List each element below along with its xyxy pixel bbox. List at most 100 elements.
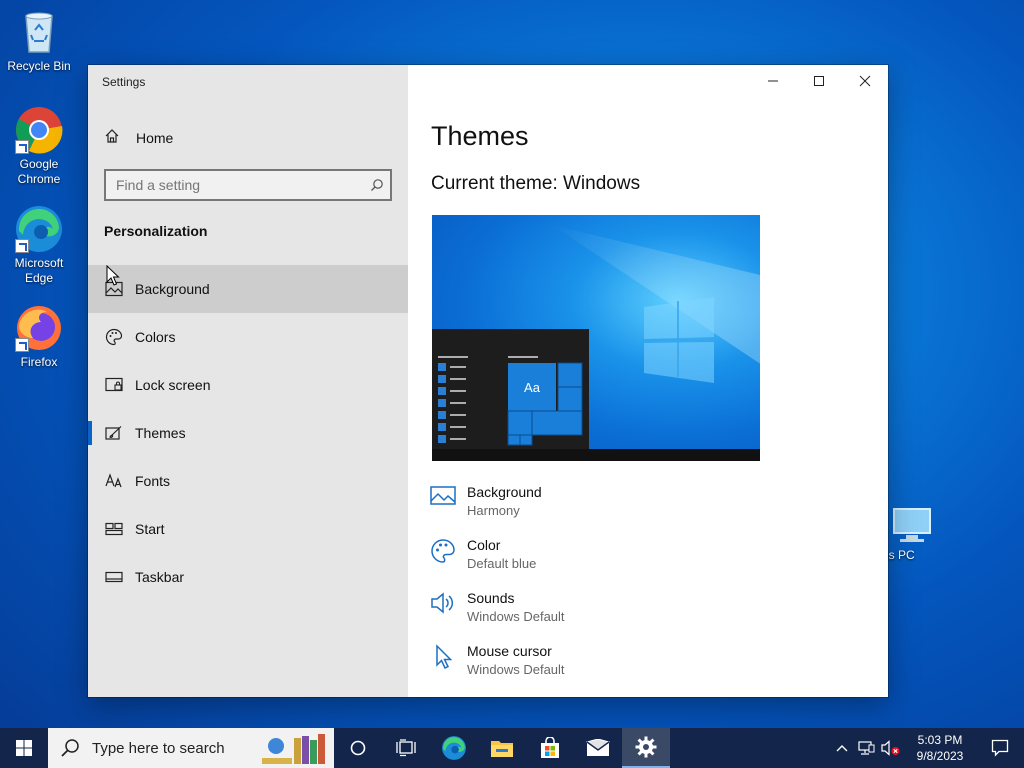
recycle-bin-icon — [15, 8, 63, 56]
edge-icon — [442, 736, 466, 760]
action-center-button[interactable] — [976, 728, 1024, 768]
clock-date: 9/8/2023 — [916, 749, 964, 763]
task-view-icon — [396, 739, 416, 757]
desktop-icon-label: Recycle Bin — [7, 59, 71, 73]
theme-prop-color[interactable]: Color Default blue — [430, 536, 565, 589]
home-link[interactable]: Home — [88, 121, 408, 155]
taskbar-file-explorer-button[interactable] — [478, 728, 526, 768]
palette-icon — [104, 327, 124, 347]
theme-prop-background[interactable]: Background Harmony — [430, 483, 565, 536]
theme-prop-mouse-cursor[interactable]: Mouse cursor Windows Default — [430, 642, 565, 695]
desktop-icon-microsoft-edge[interactable]: Microsoft Edge — [0, 205, 78, 286]
personalization-nav: Background Colors Lock screen Themes Fon… — [88, 265, 408, 601]
nav-item-label: Start — [135, 521, 165, 537]
chrome-icon — [15, 106, 63, 154]
windows-logo-icon — [16, 740, 32, 756]
volume-button[interactable] — [878, 728, 904, 768]
task-view-button[interactable] — [382, 728, 430, 768]
store-bag-icon — [541, 737, 559, 758]
taskbar-settings-button[interactable] — [622, 728, 670, 768]
cortana-circle-icon — [350, 740, 366, 756]
preview-start-menu: Aa — [432, 329, 589, 449]
start-icon — [104, 519, 124, 539]
preview-taskbar — [432, 449, 760, 461]
nav-item-taskbar[interactable]: Taskbar — [88, 553, 408, 601]
window-title: Settings — [102, 75, 146, 89]
taskbar-mail-button[interactable] — [574, 728, 622, 768]
edge-icon — [15, 205, 63, 253]
prop-value: Windows Default — [467, 609, 565, 624]
image-icon — [430, 485, 456, 511]
theme-properties: Background Harmony Color Default blue So… — [430, 483, 565, 695]
nav-item-colors[interactable]: Colors — [88, 313, 408, 361]
prop-value: Windows Default — [467, 662, 565, 677]
search-icon[interactable] — [364, 171, 390, 199]
show-hidden-icons-button[interactable] — [830, 728, 854, 768]
prop-value: Default blue — [467, 556, 537, 571]
cortana-button[interactable] — [334, 728, 382, 768]
desktop-icon-firefox[interactable]: Firefox — [0, 304, 78, 370]
theme-prop-sounds[interactable]: Sounds Windows Default — [430, 589, 565, 642]
nav-item-themes[interactable]: Themes — [88, 409, 408, 457]
start-button[interactable] — [0, 728, 48, 768]
section-heading: Personalization — [104, 223, 208, 239]
nav-item-label: Fonts — [135, 473, 171, 489]
clock-time: 5:03 PM — [917, 733, 963, 747]
mouse-pointer-icon — [106, 265, 120, 286]
nav-item-label: Themes — [135, 425, 186, 441]
prop-name: Background — [467, 484, 542, 500]
nav-item-lock-screen[interactable]: Lock screen — [88, 361, 408, 409]
clock[interactable]: 5:03 PM 9/8/2023 — [904, 732, 976, 764]
notification-icon — [991, 739, 1009, 757]
nav-item-label: Lock screen — [135, 377, 211, 393]
prop-value: Harmony — [467, 503, 520, 518]
network-icon — [858, 741, 875, 755]
desktop-icon-label: is PC — [886, 548, 915, 562]
network-button[interactable] — [854, 728, 878, 768]
settings-nav-pane: Settings Home Personalization Background — [88, 65, 408, 697]
taskbar-edge-button[interactable] — [430, 728, 478, 768]
fonts-icon — [104, 471, 124, 491]
cursor-icon — [430, 644, 456, 670]
chevron-up-icon — [836, 745, 848, 752]
firefox-icon — [15, 304, 63, 352]
search-highlight-books-icon — [262, 734, 325, 764]
nav-item-label: Taskbar — [135, 569, 185, 585]
themes-icon — [104, 423, 124, 443]
search-icon — [61, 739, 79, 757]
taskbar-search-box[interactable]: Type here to search — [48, 728, 334, 768]
taskbar: Type here to search 5:03 PM 9/8/2023 — [0, 728, 1024, 768]
gear-icon — [635, 736, 657, 758]
lock-screen-icon — [104, 375, 124, 395]
folder-icon — [491, 741, 513, 757]
nav-item-fonts[interactable]: Fonts — [88, 457, 408, 505]
shortcut-arrow-icon — [15, 338, 29, 352]
nav-item-label: Colors — [135, 329, 176, 345]
desktop-icon-recycle-bin[interactable]: Recycle Bin — [0, 8, 78, 74]
page-title: Themes — [431, 121, 529, 151]
settings-window[interactable]: Settings Home Personalization Background — [88, 65, 888, 697]
current-theme-heading: Current theme: Windows — [431, 173, 641, 194]
theme-preview: Aa — [432, 215, 760, 461]
system-tray: 5:03 PM 9/8/2023 — [830, 728, 1024, 768]
palette-icon — [430, 538, 456, 564]
shortcut-arrow-icon — [15, 239, 29, 253]
shortcut-arrow-icon — [15, 140, 29, 154]
prop-name: Mouse cursor — [467, 643, 552, 659]
find-setting-input[interactable] — [106, 177, 364, 193]
desktop-icon-label: Firefox — [20, 355, 58, 369]
speaker-icon — [430, 591, 456, 617]
themes-content: Themes Current theme: Windows Aa Backgro… — [408, 65, 888, 697]
prop-name: Sounds — [467, 590, 515, 606]
mail-icon — [586, 739, 610, 756]
desktop-icon-label: Microsoft Edge — [14, 256, 64, 285]
desktop-icon-google-chrome[interactable]: Google Chrome — [0, 106, 78, 187]
this-pc-icon — [886, 505, 932, 545]
preview-font-sample: Aa — [524, 379, 540, 395]
nav-item-background[interactable]: Background — [88, 265, 408, 313]
find-setting-search[interactable] — [104, 169, 392, 201]
speaker-muted-icon — [881, 740, 900, 756]
nav-item-start[interactable]: Start — [88, 505, 408, 553]
nav-item-label: Background — [135, 281, 210, 297]
taskbar-store-button[interactable] — [526, 728, 574, 768]
